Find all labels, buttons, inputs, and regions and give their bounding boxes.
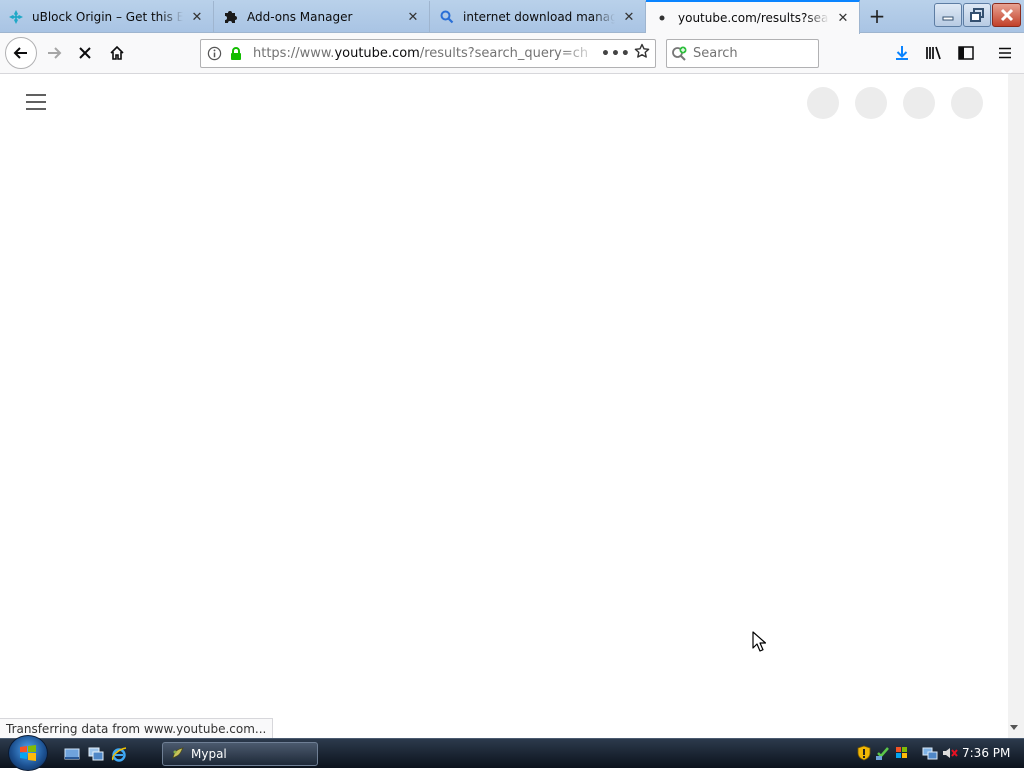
sidebar-icon xyxy=(958,46,974,60)
sidebar-toggle-button[interactable] xyxy=(952,39,980,67)
header-placeholder-circle xyxy=(855,87,887,119)
windows-taskbar: Mypal 7:36 PM xyxy=(0,735,1024,771)
library-icon xyxy=(926,46,941,60)
forward-arrow-icon xyxy=(48,47,62,59)
home-icon xyxy=(110,45,124,60)
minimize-icon xyxy=(942,16,954,21)
minimize-button[interactable] xyxy=(934,3,962,27)
taskbar-clock[interactable]: 7:36 PM xyxy=(962,746,1010,760)
loading-dot-icon xyxy=(654,10,670,26)
site-info-icon[interactable] xyxy=(201,46,227,61)
system-tray xyxy=(856,742,959,766)
tab-title: youtube.com/results?search_query= xyxy=(678,11,829,25)
lock-icon[interactable] xyxy=(227,46,245,61)
hamburger-menu-icon xyxy=(999,47,1011,59)
status-text: Transferring data from www.youtube.com..… xyxy=(0,718,274,738)
switch-windows-icon[interactable] xyxy=(88,746,104,762)
header-placeholder-circle xyxy=(951,87,983,119)
volume-muted-icon[interactable] xyxy=(941,745,959,764)
back-arrow-icon xyxy=(13,47,27,59)
windows-flag-icon[interactable] xyxy=(894,745,910,764)
header-placeholder-circle xyxy=(903,87,935,119)
ublock-icon xyxy=(8,9,24,25)
download-arrow-icon xyxy=(896,46,908,60)
menu-button[interactable] xyxy=(991,39,1019,67)
tab-ublock-origin[interactable]: uBlock Origin – Get this Extension for F… xyxy=(0,1,214,33)
url-host: youtube.com xyxy=(334,46,420,61)
close-icon xyxy=(1000,8,1013,22)
menu-line xyxy=(26,94,46,96)
tab-close-icon[interactable]: ✕ xyxy=(189,9,205,25)
search-bar[interactable] xyxy=(666,39,819,68)
mouse-cursor-icon xyxy=(752,631,767,656)
restore-icon xyxy=(970,8,984,22)
internet-explorer-icon[interactable] xyxy=(111,746,127,762)
puzzle-icon xyxy=(223,9,239,25)
scroll-down-arrow-icon[interactable] xyxy=(1010,724,1018,733)
tab-title: Add-ons Manager xyxy=(247,10,353,24)
restore-button[interactable] xyxy=(963,3,991,27)
forward-button[interactable] xyxy=(40,39,68,67)
page-actions-button[interactable]: ••• xyxy=(601,46,630,62)
library-button[interactable] xyxy=(920,39,948,67)
downloads-button[interactable] xyxy=(888,39,916,67)
security-shield-icon[interactable] xyxy=(856,745,872,764)
windows-defender-icon[interactable] xyxy=(875,745,891,764)
show-desktop-icon[interactable] xyxy=(64,746,80,762)
tab-addons-manager[interactable]: Add-ons Manager ✕ xyxy=(215,1,430,33)
url-bar[interactable]: https://www.youtube.com/results?search_q… xyxy=(200,39,656,68)
search-engine-icon[interactable] xyxy=(667,46,693,62)
guide-menu-icon[interactable] xyxy=(26,94,46,110)
url-prefix: https://www. xyxy=(253,46,335,61)
menu-line xyxy=(26,101,46,103)
page-content xyxy=(0,74,1008,738)
bookmark-star-icon[interactable] xyxy=(629,43,655,64)
search-input[interactable] xyxy=(693,46,803,61)
tab-title: uBlock Origin – Get this Extension for F… xyxy=(32,10,183,24)
header-placeholder-circle xyxy=(807,87,839,119)
tab-internet-download-manager[interactable]: internet download manager on YouTube ✕ xyxy=(431,1,646,33)
taskbar-item-mypal[interactable]: Mypal xyxy=(162,742,318,766)
url-text[interactable]: https://www.youtube.com/results?search_q… xyxy=(253,46,601,61)
tab-close-icon[interactable]: ✕ xyxy=(621,9,637,25)
windows-logo-icon xyxy=(20,745,36,761)
stop-icon xyxy=(79,47,91,59)
vertical-scrollbar[interactable] xyxy=(1008,74,1024,738)
new-tab-button[interactable]: + xyxy=(864,3,890,29)
url-path: /results?search_query=ch xyxy=(419,46,589,61)
navigation-toolbar: https://www.youtube.com/results?search_q… xyxy=(0,33,1024,74)
start-button[interactable] xyxy=(8,735,48,771)
stop-loading-button[interactable] xyxy=(71,39,99,67)
tab-youtube-results[interactable]: youtube.com/results?search_query= ✕ xyxy=(646,0,860,34)
tab-close-icon[interactable]: ✕ xyxy=(405,9,421,25)
menu-line xyxy=(26,108,46,110)
tab-strip: uBlock Origin – Get this Extension for F… xyxy=(0,0,1024,34)
tab-close-icon[interactable]: ✕ xyxy=(835,10,851,26)
search-icon xyxy=(439,9,455,25)
mypal-app-icon xyxy=(171,746,185,763)
close-window-button[interactable] xyxy=(992,3,1021,27)
task-label: Mypal xyxy=(191,747,227,761)
home-button[interactable] xyxy=(103,39,131,67)
back-button[interactable] xyxy=(5,37,37,69)
network-icon[interactable] xyxy=(922,745,938,764)
tab-title: internet download manager on YouTube xyxy=(463,10,615,24)
